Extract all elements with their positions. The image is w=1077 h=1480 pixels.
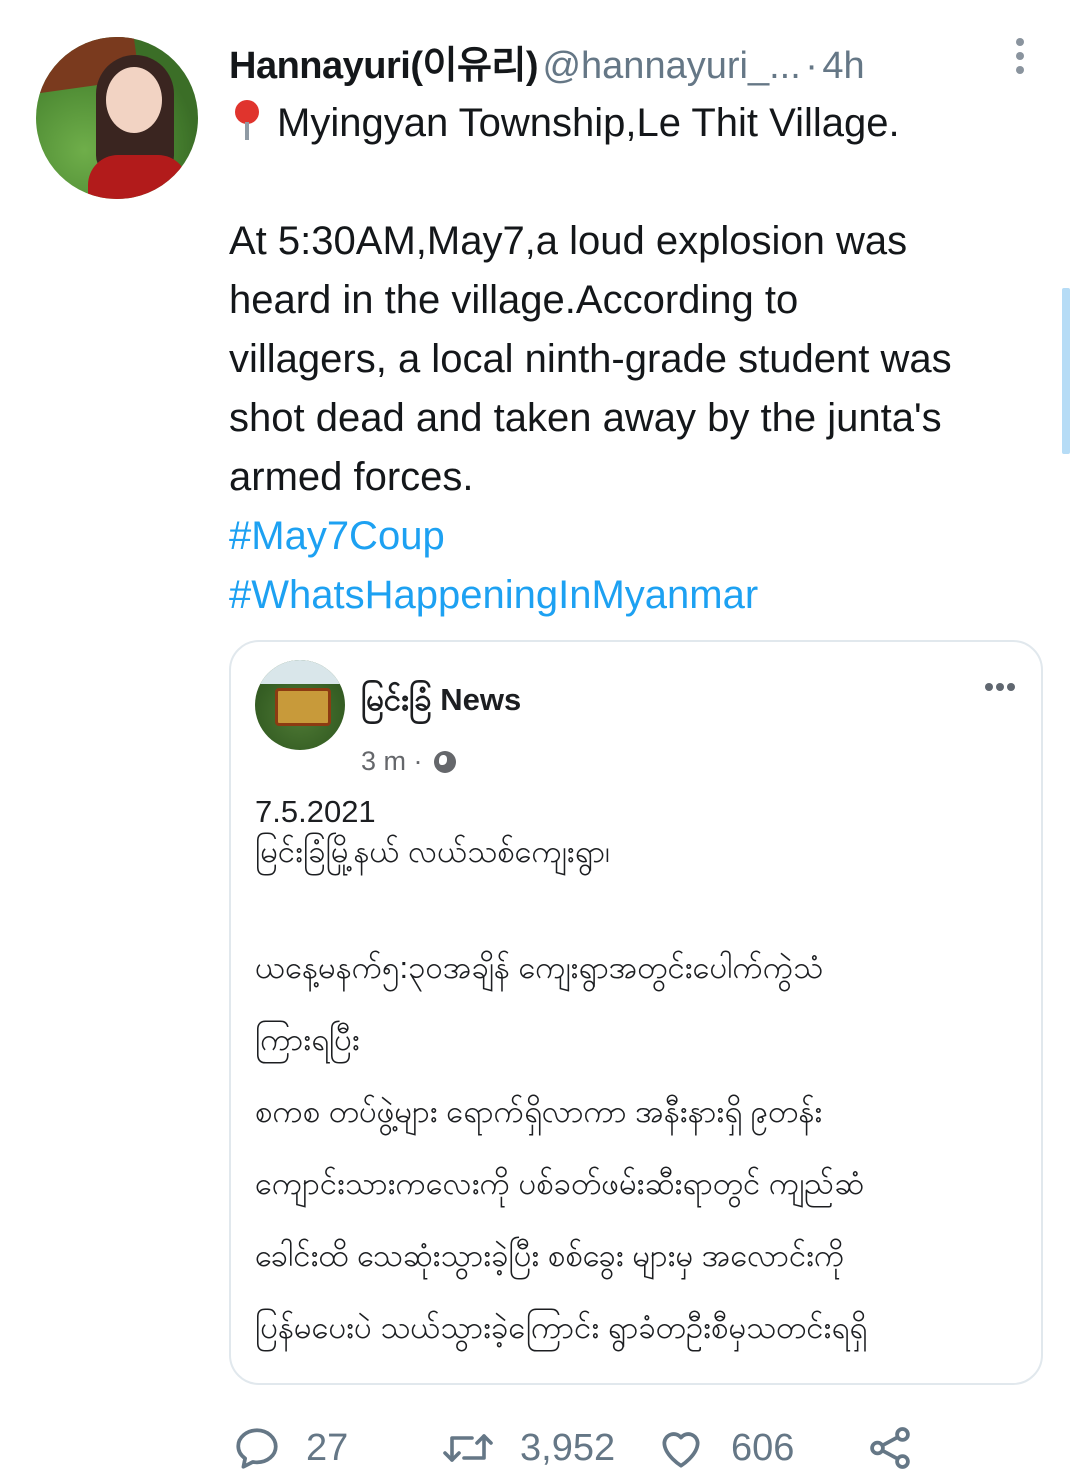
like-icon — [662, 1432, 700, 1468]
user-handle[interactable]: @hannayuri_... — [542, 45, 800, 87]
map-pin-icon — [233, 96, 261, 142]
like-count: 606 — [731, 1426, 795, 1469]
post-meta: 3 m · — [361, 746, 457, 777]
retweet-button[interactable]: 3,952 — [440, 1418, 615, 1478]
tweet-header: Hannayuri(이유리) @hannayuri_... · 4h — [229, 34, 865, 90]
body-line: At 5:30AM,May7,a loud explosion was — [229, 219, 908, 263]
post-line: စကစ တပ်ဖွဲ့များ ရောက်ရှိလာကာ အနီးနားရှိ … — [255, 1094, 823, 1129]
page-name: မြင်းခြံ News — [361, 682, 522, 717]
reply-count: 27 — [306, 1426, 349, 1469]
embedded-post-card[interactable]: မြင်းခြံ News 3 m · 7.5.2021 မြင်းခြံမြိ… — [229, 640, 1043, 1385]
author-avatar[interactable] — [36, 37, 198, 199]
tweet-actions: 27 3,952 606 — [0, 1410, 1077, 1480]
body-line: heard in the village.According to — [229, 278, 799, 322]
post-line: ယနေ့မနက်၅:၃၀အချိန် ကျေးရွာအတွင်းပေါက်ကွဲ… — [255, 950, 824, 985]
avatar-face — [106, 67, 162, 133]
share-button[interactable] — [865, 1418, 915, 1478]
post-line: ပြန်မပေးပဲ သယ်သွားခဲ့ကြောင်း ရွာခံတဦးစီမ… — [255, 1310, 868, 1345]
body-line: shot dead and taken away by the junta's — [229, 396, 942, 440]
retweet-count: 3,952 — [520, 1426, 616, 1469]
reply-icon — [236, 1428, 278, 1469]
post-line: ခေါင်းထိ သေဆုံးသွားခဲ့ပြီး စစ်ခွေး များမ… — [255, 1238, 845, 1273]
page-avatar — [255, 660, 345, 750]
post-body: 7.5.2021 မြင်းခြံမြို့နယ် လယ်သစ်ကျေးရွာ၊… — [255, 794, 1025, 1346]
hashtag-link[interactable]: #May7Coup — [229, 507, 1049, 566]
time-separator: · — [805, 45, 818, 87]
globe-icon — [434, 751, 457, 773]
more-vertical-icon[interactable] — [1010, 38, 1030, 78]
post-date: 7.5.2021 — [255, 794, 376, 829]
post-line: ကြားရပြီး — [255, 1022, 360, 1057]
location-text: Myingyan Township,Le Thit Village. — [277, 101, 900, 145]
location-line: Myingyan Township,Le Thit Village. — [229, 94, 1049, 153]
body-line: villagers, a local ninth-grade student w… — [229, 337, 952, 381]
avatar-dress — [88, 155, 188, 199]
post-time: 3 m · — [361, 746, 423, 776]
retweet-icon — [443, 1434, 493, 1462]
share-icon — [870, 1427, 910, 1469]
more-horizontal-icon — [985, 678, 1025, 691]
reply-button[interactable]: 27 — [232, 1418, 348, 1478]
post-line: ကျောင်းသားကလေးကို ပစ်ခတ်ဖမ်းဆီးရာတွင် ကျ… — [255, 1166, 865, 1201]
like-button[interactable]: 606 — [655, 1418, 794, 1478]
scrollbar[interactable] — [1062, 288, 1070, 454]
tweet-text: Myingyan Township,Le Thit Village. At 5:… — [229, 94, 1049, 625]
post-line: မြင်းခြံမြို့နယ် လယ်သစ်ကျေးရွာ၊ — [255, 834, 611, 869]
body-line: armed forces. — [229, 455, 474, 499]
hashtag-link[interactable]: #WhatsHappeningInMyanmar — [229, 566, 1049, 625]
display-name[interactable]: Hannayuri(이유리) — [229, 45, 539, 87]
tweet-time[interactable]: 4h — [822, 45, 864, 87]
